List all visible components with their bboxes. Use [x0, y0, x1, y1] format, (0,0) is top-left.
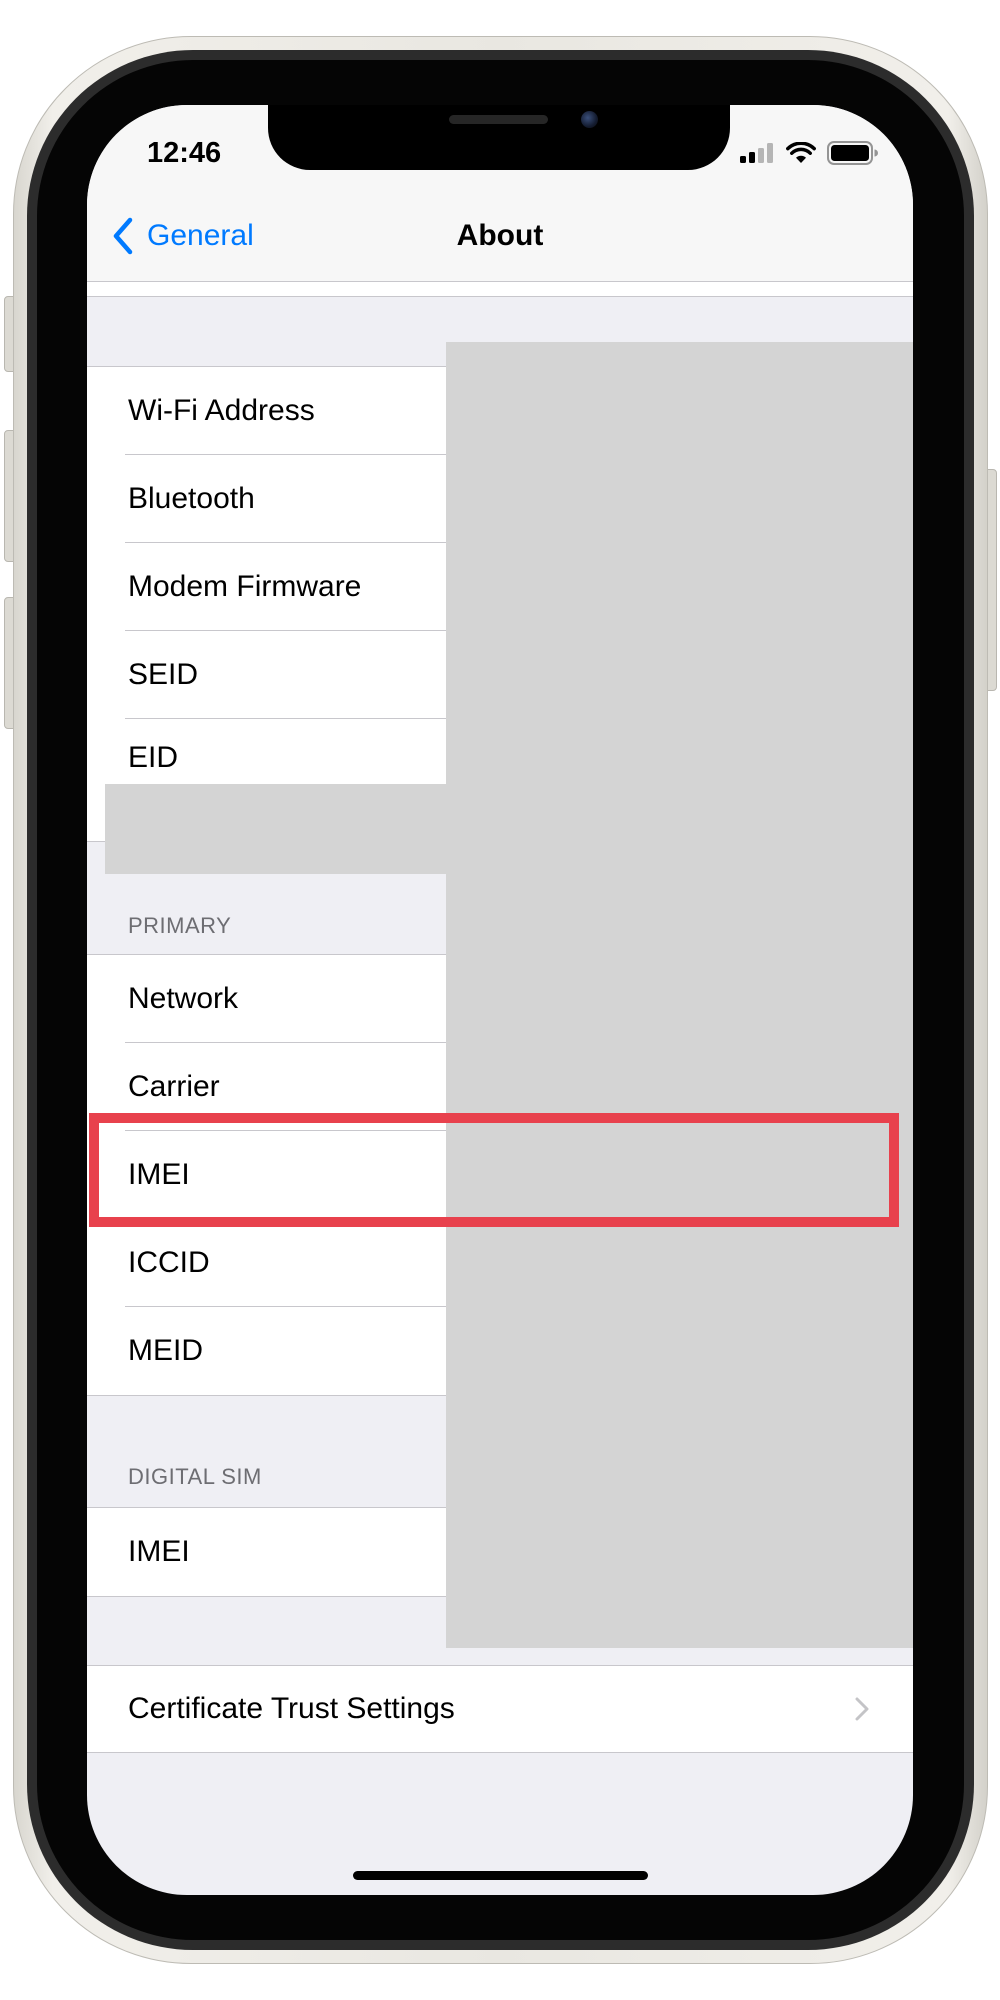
section-header-digital-sim: DIGITAL SIM	[128, 1464, 262, 1489]
section-header-primary: PRIMARY	[128, 913, 232, 938]
redacted-eid-value	[105, 784, 446, 874]
row-label: Certificate Trust Settings	[128, 1692, 455, 1725]
certificate-trust-settings-row[interactable]: Certificate Trust Settings	[87, 1666, 913, 1752]
redacted-values-block	[446, 342, 913, 1648]
display-notch	[268, 105, 730, 170]
row-label: SEID	[128, 658, 199, 691]
chevron-right-icon	[855, 1697, 869, 1721]
row-label: ICCID	[128, 1246, 210, 1279]
certificate-section: Certificate Trust Settings	[87, 1665, 913, 1753]
cellular-signal-icon	[740, 143, 773, 163]
home-indicator[interactable]	[353, 1871, 648, 1880]
earpiece-speaker	[449, 115, 548, 124]
front-camera	[581, 111, 598, 128]
row-label: EID	[128, 741, 179, 774]
page-title: About	[456, 219, 544, 252]
row-label: Bluetooth	[128, 482, 255, 515]
battery-icon	[827, 141, 878, 165]
row-label: MEID	[128, 1334, 203, 1367]
scrolled-row-edge	[87, 282, 913, 297]
imei-highlight-box	[89, 1113, 899, 1227]
row-label: IMEI	[128, 1535, 190, 1568]
row-label: Wi-Fi Address	[128, 394, 315, 427]
status-time: 12:46	[147, 137, 222, 169]
phone-screen: 12:46 General About Wi-Fi Address Blueto…	[87, 105, 913, 1895]
row-label: Network	[128, 982, 239, 1015]
row-label: Modem Firmware	[128, 570, 362, 603]
wifi-icon	[786, 142, 816, 163]
row-label: Carrier	[128, 1070, 220, 1103]
